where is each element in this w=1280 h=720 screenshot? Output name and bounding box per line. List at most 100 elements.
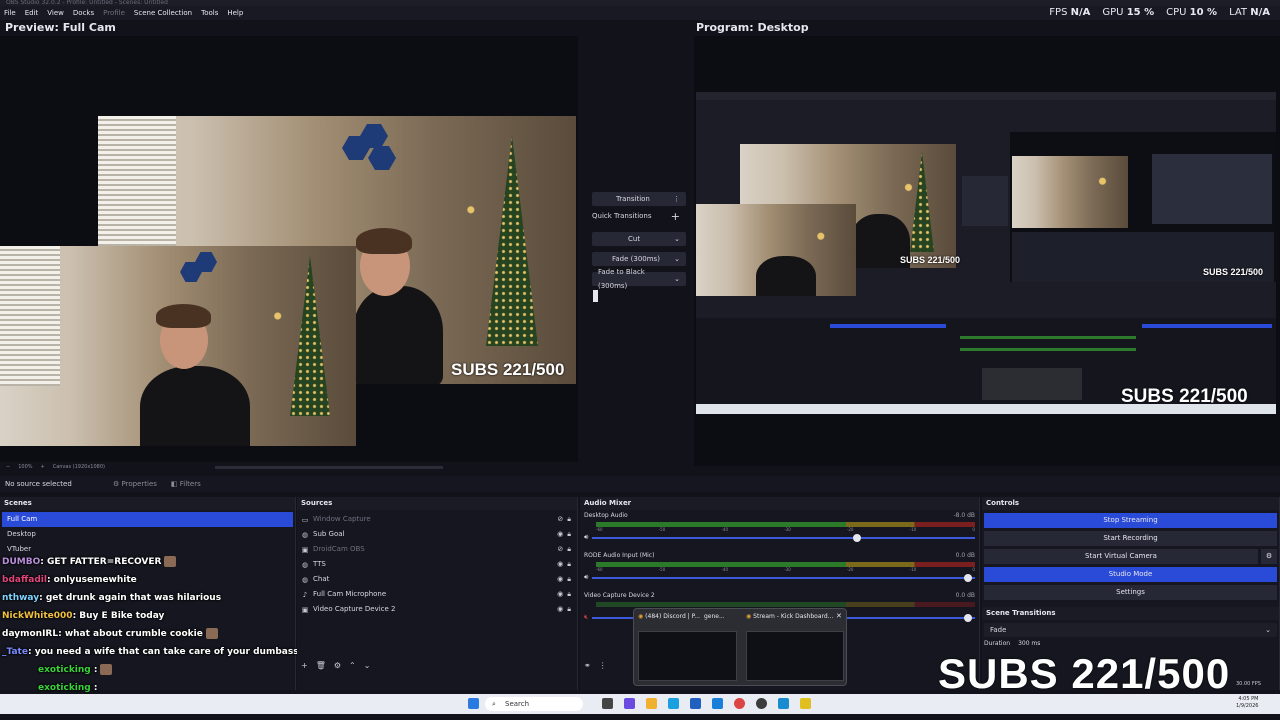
transition-select[interactable]: Fade ⌄ [984,623,1277,637]
obs-icon[interactable] [756,698,767,709]
chat-line: exoticking : [2,661,302,679]
menu-tools[interactable]: Tools [201,6,218,20]
program-subs-overlay-1: SUBS 221/500 [900,255,961,265]
quick-transition-fade[interactable]: Fade (300ms) ⌄ [592,252,686,266]
close-icon[interactable]: ✕ [836,612,842,620]
source-item-droidcam[interactable]: ▣ DroidCam OBS ⊘ 🔒︎ [297,542,577,557]
menu-profile[interactable]: Profile [103,6,125,20]
chat-line: nthway: get drunk again that was hilario… [2,589,302,607]
scene-transitions-title: Scene Transitions [982,607,1279,620]
volume-slider[interactable] [592,533,975,542]
file-explorer-icon[interactable] [646,698,657,709]
source-actions: ⚙ Properties ◧ Filters [113,480,201,488]
more-vertical-icon[interactable]: ⋮ [599,661,607,670]
quick-transition-cut[interactable]: Cut ⌄ [592,232,686,246]
source-item-window-capture[interactable]: ▭ Window Capture ⊘ 🔒︎ [297,512,577,527]
chevron-down-icon: ⌄ [674,255,680,263]
taskbar-clock[interactable]: 4:05 PM 1/9/2026 [1236,696,1258,710]
scenes-title: Scenes [0,497,295,510]
menu-edit[interactable]: Edit [25,6,39,20]
app-icon[interactable] [624,698,635,709]
program-subs-overlay-2: SUBS 221/500 [1203,267,1264,277]
source-item-video-capture-2[interactable]: ▣ Video Capture Device 2 ◉ 🔒︎ [297,602,577,617]
lock-icon: 🔒︎ [567,560,571,568]
sources-title: Sources [297,497,577,510]
preview-label: Preview: Full Cam [5,21,116,34]
remove-source-icon[interactable]: 🗑︎ [316,661,326,670]
app-icon[interactable] [800,698,811,709]
menu-help[interactable]: Help [227,6,243,20]
mixer-toolbar: ⚭ ⋮ [584,661,607,670]
move-down-icon[interactable]: ⌄ [364,661,371,670]
studio-mode-button[interactable]: Studio Mode [984,567,1277,582]
lock-icon: 🔒︎ [567,530,571,538]
scene-item-desktop[interactable]: Desktop [2,527,293,542]
properties-button[interactable]: ⚙ Properties [113,480,157,488]
add-source-icon[interactable]: + [301,661,308,670]
chat-message: : onlyusemewhite [46,575,137,585]
cpu-stat: CPU 10 % [1166,7,1218,18]
source-item-sub-goal[interactable]: ◍ Sub Goal ◉ 🔒︎ [297,527,577,542]
quick-transitions-header: Quick Transitions + [592,210,680,223]
start-virtual-camera-button[interactable]: Start Virtual Camera [984,549,1258,564]
more-vertical-icon[interactable]: ⋮ [673,192,680,206]
start-recording-button[interactable]: Start Recording [984,531,1277,546]
menu-scene-collection[interactable]: Scene Collection [134,6,192,20]
edge-icon[interactable] [668,698,679,709]
virtual-camera-settings-icon[interactable]: ⚙ [1261,549,1277,564]
menu-docks[interactable]: Docks [73,6,94,20]
transition-button[interactable]: Transition ⋮ [592,192,686,206]
speaker-icon: 🔊︎ [584,533,589,541]
popup-gene-title[interactable]: gene... [704,613,725,620]
menu-file[interactable]: File [4,6,16,20]
store-icon[interactable] [690,698,701,709]
quick-transition-fade-black[interactable]: Fade to Black (300ms) ⌄ [592,268,686,290]
controls-dock: Controls Stop Streaming Start Recording … [982,497,1280,607]
program-label: Program: Desktop [696,21,809,34]
outlook-icon[interactable] [712,698,723,709]
search-box[interactable]: ⌕ Search [485,697,583,711]
chat-message: : GET FATTER=RECOVER [40,557,162,567]
zoom-in-icon[interactable]: + [41,464,45,470]
source-settings-icon[interactable]: ⚙ [334,661,341,670]
chat-username: _Tate [2,647,28,657]
preview-scrollbar[interactable] [215,466,443,469]
zoom-out-icon[interactable]: − [6,464,10,470]
steam-icon[interactable] [778,698,789,709]
filters-button[interactable]: ◧ Filters [171,480,201,488]
source-item-tts[interactable]: ◍ TTS ◉ 🔒︎ [297,557,577,572]
eye-icon: ◉ [557,605,564,613]
microphone-icon: ♪ [302,590,308,599]
t-bar-handle[interactable] [593,290,598,302]
scene-item-full-cam[interactable]: Full Cam [2,512,293,527]
source-item-full-cam-mic[interactable]: ♪ Full Cam Microphone ◉ 🔒︎ [297,587,577,602]
eye-icon: ◉ [557,530,564,538]
windows-start-icon[interactable] [468,698,479,709]
popup-thumb-stream[interactable] [746,631,844,681]
menu-view[interactable]: View [47,6,64,20]
preview-cam-small[interactable] [0,246,356,446]
duration-input[interactable]: 300 ms [1018,640,1040,647]
stop-streaming-button[interactable]: Stop Streaming [984,513,1277,528]
popup-discord-title[interactable]: ◉ (484) Discord | P... [638,613,700,620]
chat-overlay: DUMBO: GET FATTER=RECOVER bdaffadil: onl… [2,553,302,713]
settings-button[interactable]: Settings [984,585,1277,600]
search-icon: ⌕ [492,700,496,708]
popup-stream-title[interactable]: ◉ Stream - Kick Dashboard... [746,613,833,620]
popup-thumb-discord[interactable] [638,631,737,681]
globe-icon: ◍ [301,575,309,584]
chevron-down-icon: ⌄ [1265,626,1271,634]
task-view-icon[interactable] [602,698,613,709]
chrome-icon[interactable] [734,698,745,709]
selected-source-status: No source selected [5,480,72,488]
program-subs-overlay-3: SUBS 221/500 [1121,386,1248,407]
add-icon[interactable]: + [671,211,680,222]
move-up-icon[interactable]: ⌃ [349,661,356,670]
chat-username: exoticking [38,683,91,693]
link-icon[interactable]: ⚭ [584,661,591,670]
fps-stat: FPS N/A [1049,7,1091,18]
chat-message: : you need a wife that can take care of … [27,647,299,657]
emote-icon [100,664,113,675]
volume-slider[interactable] [592,573,975,582]
source-item-chat[interactable]: ◍ Chat ◉ 🔒︎ [297,572,577,587]
